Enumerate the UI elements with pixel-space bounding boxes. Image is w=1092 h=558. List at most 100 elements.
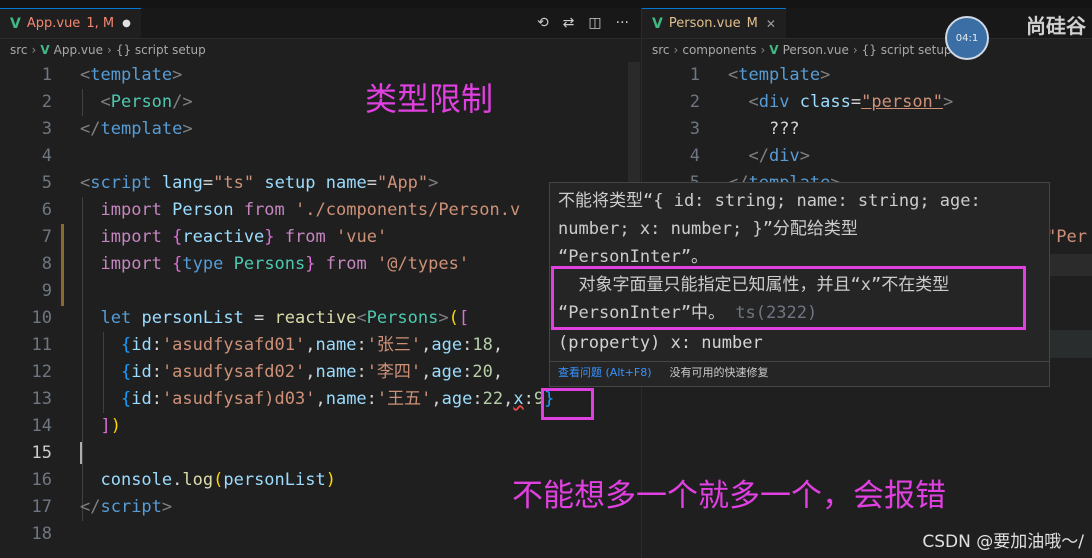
line-number: 3 [41, 119, 52, 139]
code-token: '@/types' [376, 254, 470, 274]
code-token: reactive [182, 227, 265, 247]
code-token: age [431, 362, 463, 382]
code-token: lang [161, 173, 203, 193]
tab-app-vue[interactable]: V App.vue 1, M ● [0, 8, 141, 38]
corner-logo-text: 尚硅谷 [1026, 14, 1086, 38]
property-signature: (property) x: number [558, 333, 763, 353]
split-editor-icon[interactable]: ◫ [588, 15, 601, 31]
tab-strip: V Person.vue M ✕ [642, 8, 1092, 39]
code-token: "Per [1046, 227, 1087, 247]
chevron-right-icon: › [852, 43, 858, 57]
breadcrumb-file[interactable]: Person.vue [783, 43, 849, 57]
chevron-right-icon: › [107, 43, 112, 57]
close-icon[interactable]: ✕ [766, 17, 776, 31]
code-token: 'asudfysafd02' [161, 362, 306, 382]
line-number: 1 [41, 65, 52, 85]
annotation-highlight-box [551, 266, 1026, 330]
line-number: 7 [41, 227, 52, 247]
view-problem-link[interactable]: 查看问题 (Alt+F8) [558, 364, 652, 380]
line-number: 10 [31, 308, 52, 328]
code-token: name [325, 173, 367, 193]
line-number: 2 [41, 92, 52, 112]
code-token: Persons [366, 308, 439, 328]
git-gutter-modified [61, 252, 64, 306]
code-token: template [90, 65, 173, 85]
code-token: id [131, 362, 152, 382]
code-token: Person [172, 200, 234, 220]
code-token-error[interactable]: x [513, 389, 523, 409]
code-token: name [325, 389, 367, 409]
code-token: 'vue' [336, 227, 388, 247]
code-token: '王五' [376, 389, 432, 409]
compare-changes-icon[interactable]: ⇄ [563, 15, 575, 31]
code-token: id [131, 335, 152, 355]
line-number: 11 [31, 335, 52, 355]
breadcrumb-src[interactable]: src [652, 43, 670, 57]
code-token: name [315, 362, 357, 382]
video-overlay-badge: 04:1 [945, 16, 989, 60]
breadcrumb-src[interactable]: src [10, 43, 28, 57]
line-number: 18 [31, 524, 52, 544]
error-message-line: number; x: number; }”分配给类型 [558, 219, 858, 239]
chevron-right-icon: › [673, 43, 679, 57]
code-token: import [100, 254, 162, 274]
code-token: import [100, 227, 162, 247]
code-token: 18 [472, 335, 493, 355]
code-token: 'asudfysafd01' [161, 335, 306, 355]
line-number: 14 [31, 416, 52, 436]
chevron-right-icon: › [760, 43, 766, 57]
code-token: = [243, 308, 275, 328]
window-top-bar [0, 0, 1092, 8]
line-number: 8 [41, 254, 52, 274]
code-token: script [90, 173, 152, 193]
code-token: class [799, 92, 851, 112]
code-token: "person" [861, 92, 944, 112]
code-token: from [243, 200, 285, 220]
code-token: import [100, 200, 162, 220]
vue-file-icon: V [10, 15, 21, 32]
code-token: Person [110, 92, 173, 112]
tab-strip: V App.vue 1, M ● ⟲ ⇄ ◫ ··· [0, 8, 641, 39]
code-line: "Per [1046, 224, 1087, 251]
error-message-line: “PersonInter”。 [558, 247, 709, 267]
code-token: name [315, 335, 357, 355]
annotation-highlight-box [541, 388, 594, 420]
line-number: 2 [689, 92, 700, 112]
scrollbar[interactable] [628, 62, 640, 182]
code-token: template [100, 119, 183, 139]
tab-person-vue[interactable]: V Person.vue M ✕ [642, 8, 786, 38]
breadcrumb-file[interactable]: App.vue [54, 43, 103, 57]
code-token: './components/Person.v [295, 200, 521, 220]
code-token: '李四' [366, 362, 422, 382]
code-token: 'asudfysaf)d03' [161, 389, 316, 409]
code-token: "ts" [213, 173, 255, 193]
chevron-right-icon: › [31, 43, 37, 57]
code-token: age [431, 335, 463, 355]
code-token: 20 [472, 362, 493, 382]
code-token: 22 [482, 389, 504, 409]
line-number: 5 [41, 173, 52, 193]
text-cursor [80, 442, 82, 464]
code-token: id [131, 389, 152, 409]
line-number: 6 [41, 200, 52, 220]
line-number: 4 [689, 146, 700, 166]
no-quick-fix-label: 没有可用的快速修复 [669, 366, 769, 379]
breadcrumb: src › components › V Person.vue › {} scr… [652, 40, 952, 60]
more-actions-icon[interactable]: ··· [616, 15, 629, 31]
code-token: let [100, 308, 132, 328]
breadcrumb-symbol[interactable]: {} script setup [116, 43, 206, 57]
code-token: from [284, 227, 326, 247]
code-token: type [182, 254, 224, 274]
code-token: console [100, 470, 173, 490]
breadcrumb: src › V App.vue › {} script setup [10, 40, 206, 60]
vue-file-icon: V [652, 15, 663, 32]
code-token: personList [141, 308, 244, 328]
code-token: from [325, 254, 367, 274]
timeline-icon[interactable]: ⟲ [537, 15, 549, 31]
code-token: setup [264, 173, 316, 193]
breadcrumb-symbol[interactable]: {} script setup [862, 43, 952, 57]
annotation-title: 类型限制 [365, 80, 494, 118]
line-number: 3 [689, 119, 700, 139]
breadcrumb-components[interactable]: components [682, 43, 756, 57]
unsaved-dot-icon[interactable]: ● [122, 18, 131, 29]
